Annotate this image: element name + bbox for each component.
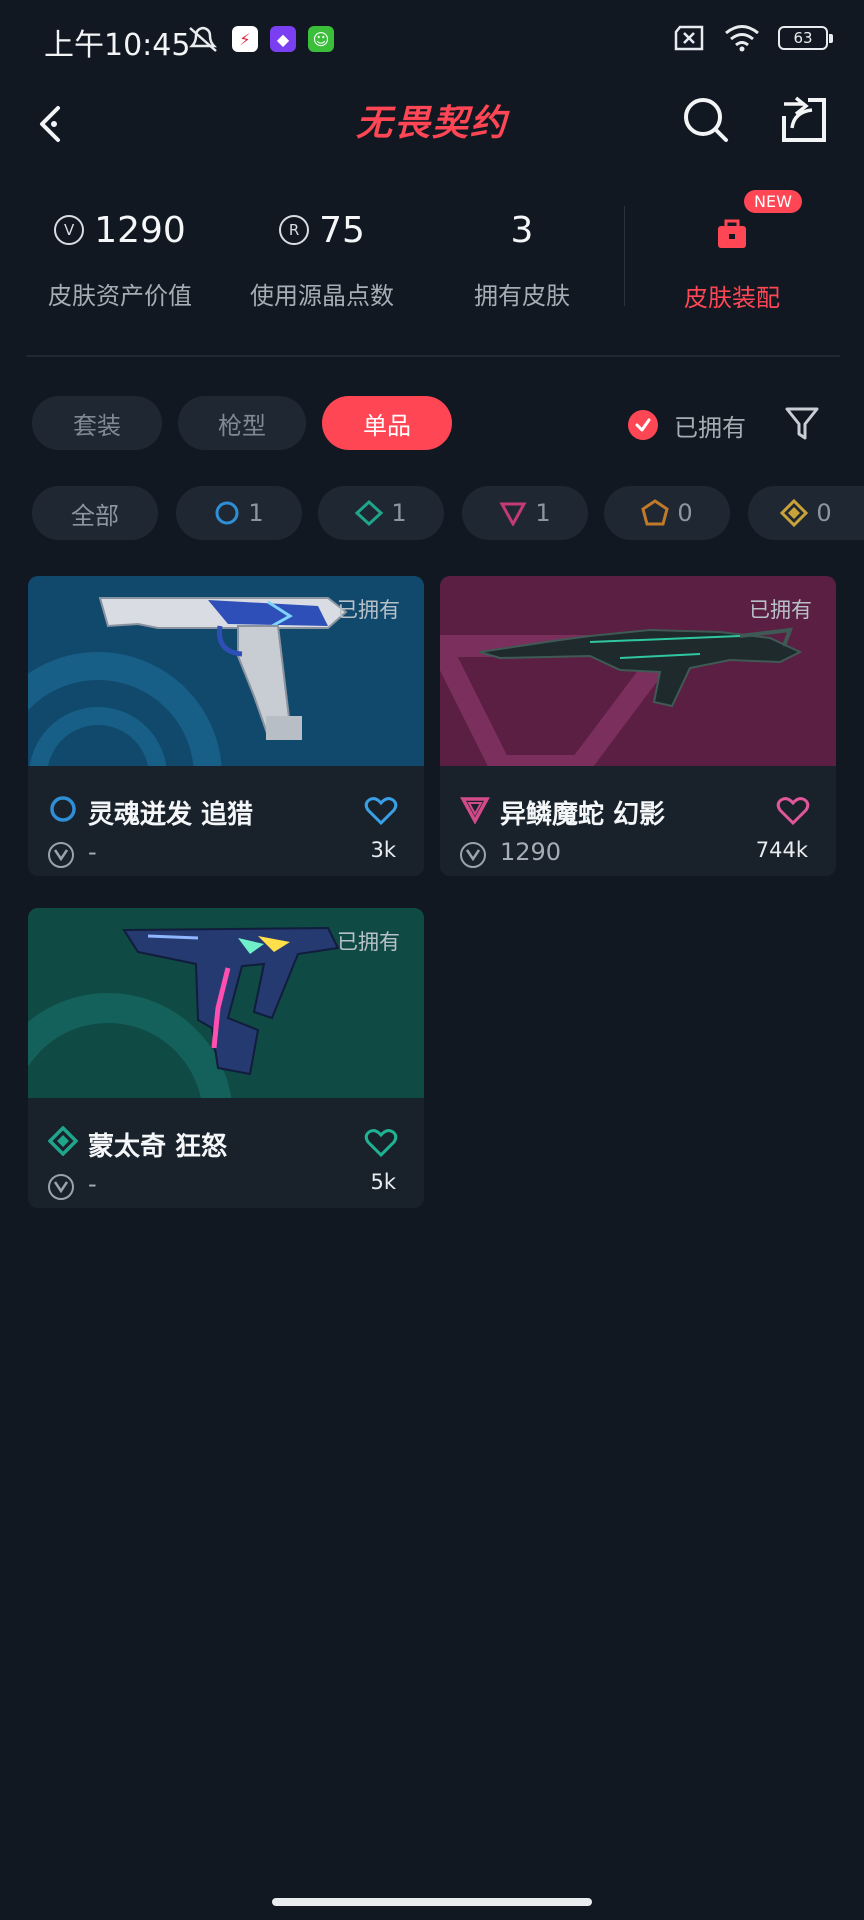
check-icon [635, 418, 651, 432]
chip-select-tier[interactable]: 1 [176, 486, 302, 540]
owned-filter-label[interactable]: 已拥有 [674, 408, 746, 443]
deluxe-tier-icon [48, 1126, 78, 1156]
status-notification-icons: ⚡ ◆ ☺ [186, 24, 334, 54]
chip-all[interactable]: 全部 [32, 486, 158, 540]
skin-card[interactable]: 已拥有 灵魂迸发 追猎 - 3k [28, 576, 424, 876]
app-notification-icon-purple: ◆ [270, 26, 296, 52]
skin-name: 灵魂迸发 追猎 [88, 800, 254, 830]
chip-count: 1 [535, 499, 551, 527]
premium-tier-icon [499, 502, 527, 526]
tab-weapon-type[interactable]: 枪型 [178, 396, 306, 450]
chip-count: 0 [816, 499, 832, 527]
skin-card[interactable]: 已拥有 蒙太奇 狂怒 - 5k [28, 908, 424, 1208]
ultra-tier-icon [780, 499, 809, 527]
skin-loadout-button[interactable]: NEW 皮肤装配 [652, 190, 812, 313]
skins-owned-label: 拥有皮肤 [474, 282, 570, 310]
tab-label: 单品 [363, 411, 411, 440]
status-time: 上午10:45 [44, 28, 191, 63]
battery-icon: 63 [778, 26, 833, 50]
loadout-label: 皮肤装配 [684, 284, 780, 312]
chip-deluxe-tier[interactable]: 1 [318, 486, 444, 540]
favorite-heart-icon[interactable] [364, 796, 398, 826]
favorite-heart-icon[interactable] [364, 1128, 398, 1158]
favorite-heart-icon[interactable] [776, 796, 810, 826]
owned-tag: 已拥有 [337, 930, 400, 954]
vp-coin-icon [48, 842, 74, 868]
v-glyph-icon [54, 1181, 68, 1193]
status-bar: 上午10:45 ⚡ ◆ ☺ 63 [0, 0, 864, 84]
chip-ultra-tier[interactable]: 0 [748, 486, 864, 540]
stats-summary: V 1290 皮肤资产价值 R 75 使用源晶点数 3 拥有皮肤 NEW 皮肤装配 [0, 190, 864, 346]
section-divider [26, 355, 840, 357]
skin-name: 蒙太奇 狂怒 [88, 1132, 228, 1162]
tab-label: 枪型 [218, 411, 266, 440]
sim-off-icon [674, 25, 704, 51]
asset-value-label: 皮肤资产价值 [48, 282, 192, 310]
vp-coin-icon: V [54, 215, 85, 245]
asset-value: 1290 [94, 209, 186, 251]
stat-radianite-used: R 75 使用源晶点数 [222, 206, 422, 311]
stats-divider [624, 206, 625, 306]
select-tier-icon [50, 796, 76, 822]
skin-price: - [88, 1170, 97, 1198]
owned-tag: 已拥有 [337, 598, 400, 622]
skin-name: 异鳞魔蛇 幻影 [500, 800, 666, 830]
search-icon[interactable] [680, 94, 732, 146]
radianite-used: 75 [319, 209, 365, 251]
owned-tag: 已拥有 [749, 598, 812, 622]
tab-label: 套装 [73, 411, 121, 440]
filter-funnel-icon[interactable] [784, 404, 820, 444]
mute-icon [188, 26, 218, 52]
skin-likes: 3k [370, 838, 396, 862]
chip-label: 全部 [71, 501, 119, 530]
skin-likes: 744k [755, 838, 808, 862]
tab-single-items[interactable]: 单品 [322, 396, 452, 450]
tab-bundles[interactable]: 套装 [32, 396, 162, 450]
deluxe-tier-icon [355, 500, 384, 526]
chip-count: 0 [677, 499, 693, 527]
exclusive-tier-icon [641, 499, 670, 526]
share-icon[interactable] [778, 94, 830, 146]
chip-count: 1 [391, 499, 407, 527]
app-notification-icon-red: ⚡ [232, 26, 258, 52]
skin-card[interactable]: 已拥有 异鳞魔蛇 幻影 1290 744k [440, 576, 836, 876]
app-title-logo: 无畏契约 [355, 103, 508, 144]
radianite-coin-icon: R [279, 215, 310, 245]
skin-price: - [88, 838, 97, 866]
stat-asset-value: V 1290 皮肤资产价值 [20, 206, 220, 311]
skin-price: 1290 [500, 838, 562, 866]
skins-owned: 3 [510, 209, 534, 251]
app-notification-icon-green: ☺ [308, 26, 334, 52]
top-app-bar: 无畏契约 [0, 84, 864, 174]
new-badge: NEW [744, 190, 802, 213]
battery-level: 63 [793, 29, 813, 47]
vp-coin-icon [460, 842, 486, 868]
radianite-used-label: 使用源晶点数 [250, 282, 394, 310]
loadout-bag-icon [718, 219, 746, 248]
home-indicator[interactable] [272, 1898, 592, 1906]
chip-premium-tier[interactable]: 1 [462, 486, 588, 540]
owned-checkbox[interactable] [628, 410, 658, 440]
status-right-icons: 63 [672, 24, 833, 52]
chip-exclusive-tier[interactable]: 0 [604, 486, 730, 540]
stat-skins-owned: 3 拥有皮肤 [422, 206, 622, 311]
select-tier-icon [215, 501, 239, 525]
v-glyph-icon [466, 849, 480, 861]
vp-coin-icon [48, 1174, 74, 1200]
premium-tier-icon [460, 797, 490, 824]
v-glyph-icon [54, 849, 68, 861]
wifi-icon [725, 25, 759, 52]
chip-count: 1 [248, 499, 264, 527]
skin-likes: 5k [370, 1170, 396, 1194]
